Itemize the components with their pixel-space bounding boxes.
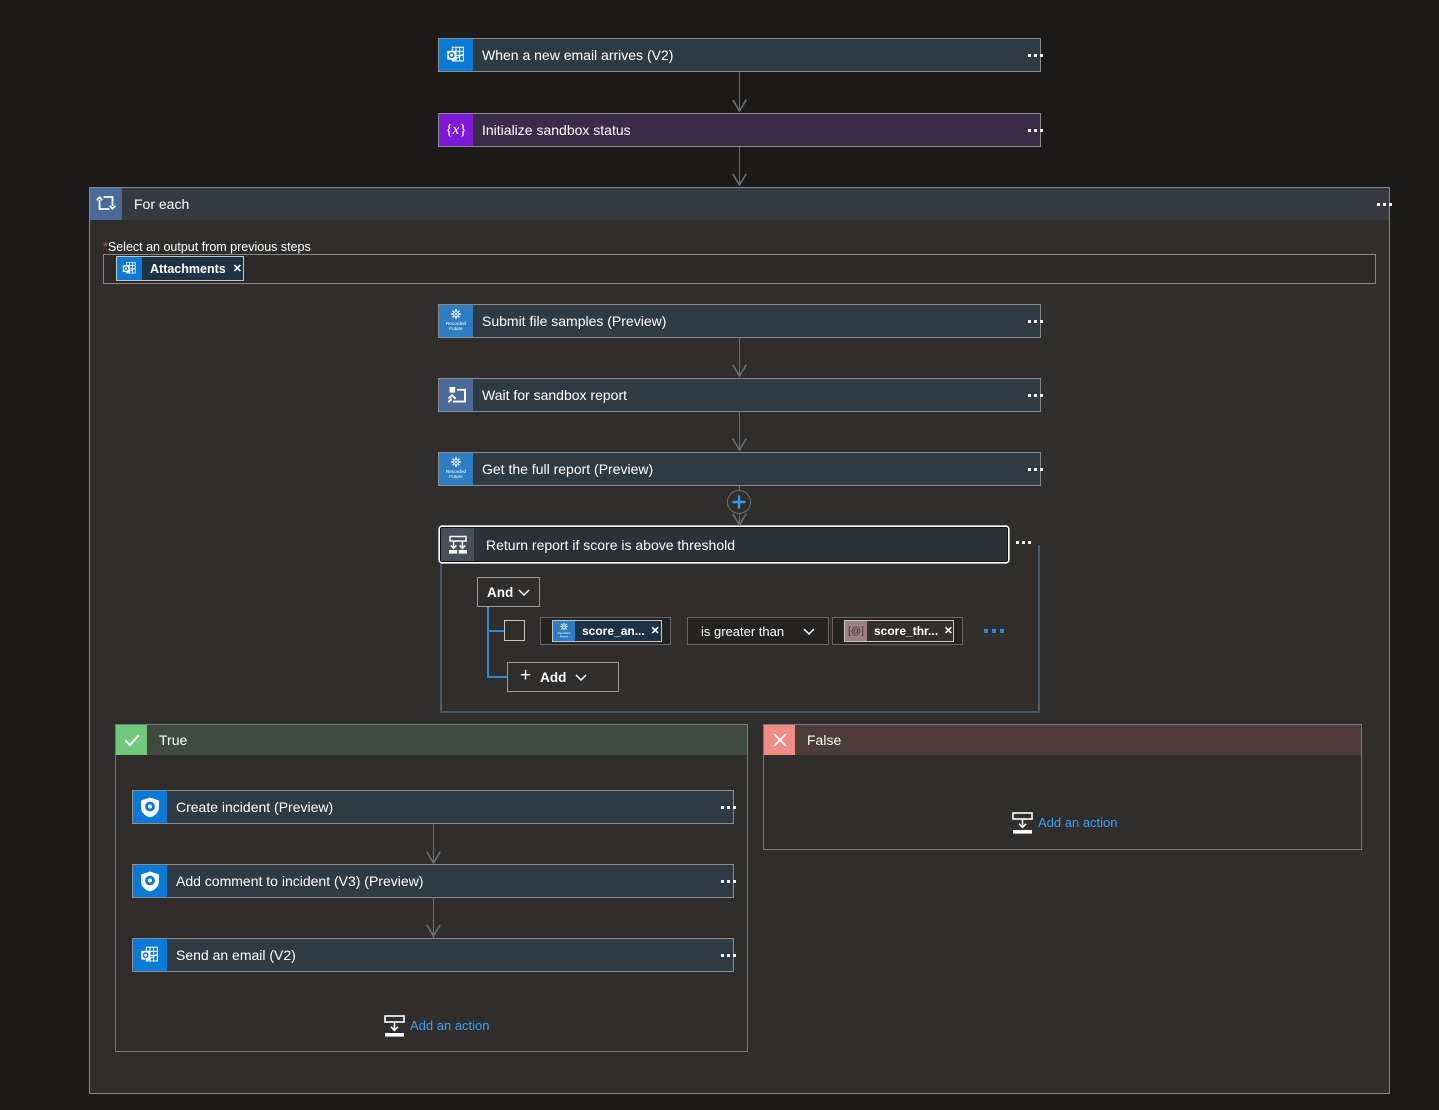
svg-text:Future: Future bbox=[449, 474, 463, 479]
svg-text:Future: Future bbox=[560, 634, 569, 638]
svg-text:Future: Future bbox=[449, 326, 463, 331]
